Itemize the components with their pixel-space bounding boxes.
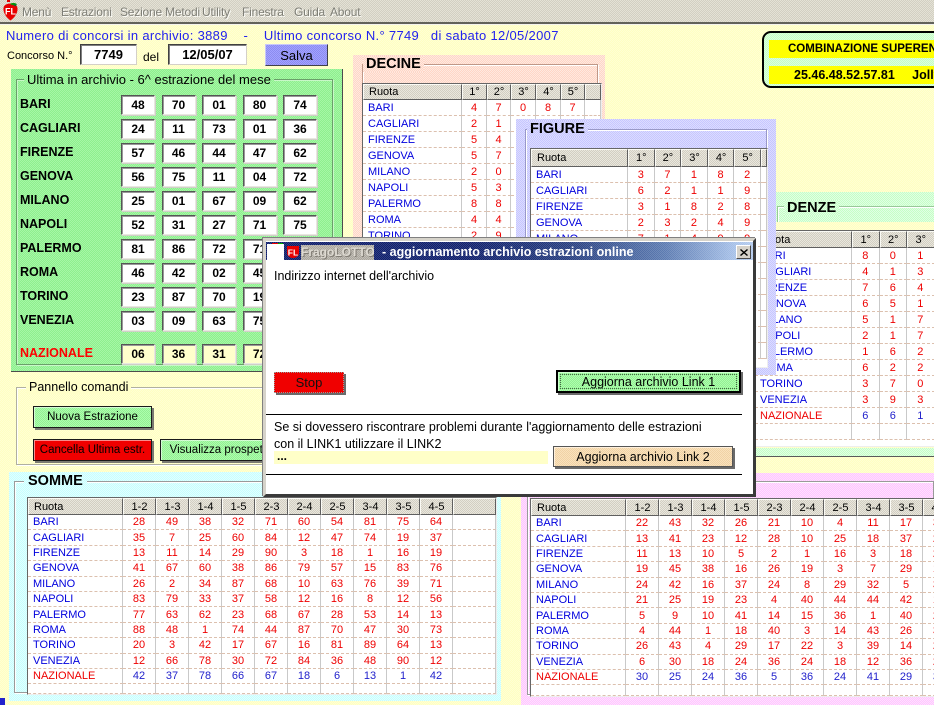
svg-text:FL: FL <box>288 248 298 258</box>
svg-text:FL: FL <box>5 7 16 17</box>
